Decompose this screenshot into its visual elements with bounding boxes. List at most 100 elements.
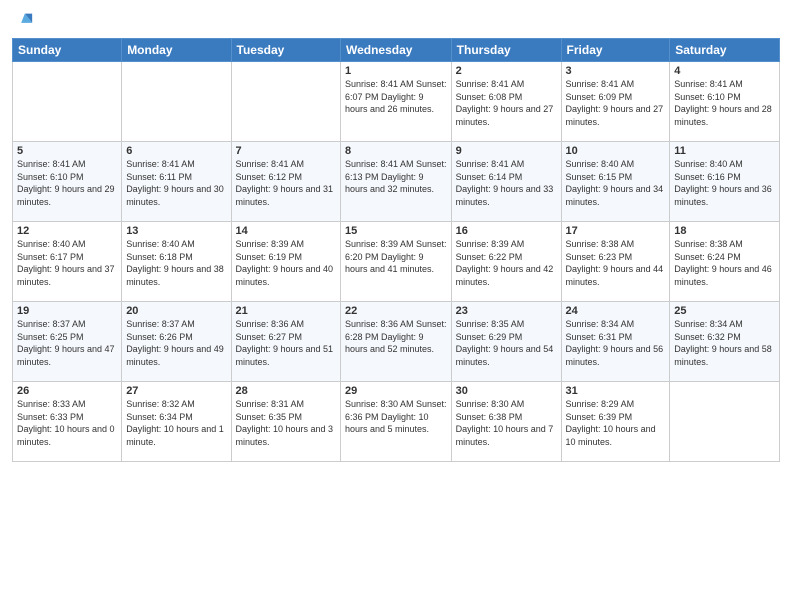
day-info: Sunrise: 8:34 AM Sunset: 6:31 PM Dayligh… bbox=[566, 318, 666, 368]
calendar-cell: 29Sunrise: 8:30 AM Sunset: 6:36 PM Dayli… bbox=[340, 382, 451, 462]
day-info: Sunrise: 8:38 AM Sunset: 6:23 PM Dayligh… bbox=[566, 238, 666, 288]
calendar-table: SundayMondayTuesdayWednesdayThursdayFrid… bbox=[12, 38, 780, 462]
calendar-cell: 3Sunrise: 8:41 AM Sunset: 6:09 PM Daylig… bbox=[561, 62, 670, 142]
calendar-cell: 9Sunrise: 8:41 AM Sunset: 6:14 PM Daylig… bbox=[451, 142, 561, 222]
calendar-cell bbox=[670, 382, 780, 462]
day-number: 1 bbox=[345, 65, 447, 77]
day-number: 13 bbox=[126, 225, 226, 237]
calendar-week-3: 19Sunrise: 8:37 AM Sunset: 6:25 PM Dayli… bbox=[13, 302, 780, 382]
day-number: 29 bbox=[345, 385, 447, 397]
day-info: Sunrise: 8:36 AM Sunset: 6:27 PM Dayligh… bbox=[236, 318, 336, 368]
calendar-week-4: 26Sunrise: 8:33 AM Sunset: 6:33 PM Dayli… bbox=[13, 382, 780, 462]
day-info: Sunrise: 8:29 AM Sunset: 6:39 PM Dayligh… bbox=[566, 398, 666, 448]
day-number: 4 bbox=[674, 65, 775, 77]
day-info: Sunrise: 8:41 AM Sunset: 6:13 PM Dayligh… bbox=[345, 158, 447, 196]
day-info: Sunrise: 8:37 AM Sunset: 6:25 PM Dayligh… bbox=[17, 318, 117, 368]
calendar-cell: 1Sunrise: 8:41 AM Sunset: 6:07 PM Daylig… bbox=[340, 62, 451, 142]
calendar-cell: 31Sunrise: 8:29 AM Sunset: 6:39 PM Dayli… bbox=[561, 382, 670, 462]
calendar-cell: 5Sunrise: 8:41 AM Sunset: 6:10 PM Daylig… bbox=[13, 142, 122, 222]
calendar-week-2: 12Sunrise: 8:40 AM Sunset: 6:17 PM Dayli… bbox=[13, 222, 780, 302]
day-number: 3 bbox=[566, 65, 666, 77]
col-header-sunday: Sunday bbox=[13, 39, 122, 62]
day-info: Sunrise: 8:36 AM Sunset: 6:28 PM Dayligh… bbox=[345, 318, 447, 356]
calendar-cell: 8Sunrise: 8:41 AM Sunset: 6:13 PM Daylig… bbox=[340, 142, 451, 222]
day-number: 7 bbox=[236, 145, 336, 157]
col-header-friday: Friday bbox=[561, 39, 670, 62]
col-header-tuesday: Tuesday bbox=[231, 39, 340, 62]
calendar-cell: 12Sunrise: 8:40 AM Sunset: 6:17 PM Dayli… bbox=[13, 222, 122, 302]
day-number: 10 bbox=[566, 145, 666, 157]
calendar-cell bbox=[122, 62, 231, 142]
day-info: Sunrise: 8:39 AM Sunset: 6:20 PM Dayligh… bbox=[345, 238, 447, 276]
day-number: 19 bbox=[17, 305, 117, 317]
day-number: 17 bbox=[566, 225, 666, 237]
day-number: 24 bbox=[566, 305, 666, 317]
calendar-cell bbox=[231, 62, 340, 142]
day-number: 16 bbox=[456, 225, 557, 237]
calendar-cell: 25Sunrise: 8:34 AM Sunset: 6:32 PM Dayli… bbox=[670, 302, 780, 382]
day-info: Sunrise: 8:39 AM Sunset: 6:19 PM Dayligh… bbox=[236, 238, 336, 288]
day-number: 8 bbox=[345, 145, 447, 157]
calendar-cell: 16Sunrise: 8:39 AM Sunset: 6:22 PM Dayli… bbox=[451, 222, 561, 302]
calendar-cell: 7Sunrise: 8:41 AM Sunset: 6:12 PM Daylig… bbox=[231, 142, 340, 222]
calendar-cell: 13Sunrise: 8:40 AM Sunset: 6:18 PM Dayli… bbox=[122, 222, 231, 302]
calendar-cell: 4Sunrise: 8:41 AM Sunset: 6:10 PM Daylig… bbox=[670, 62, 780, 142]
calendar-cell: 20Sunrise: 8:37 AM Sunset: 6:26 PM Dayli… bbox=[122, 302, 231, 382]
day-number: 18 bbox=[674, 225, 775, 237]
col-header-saturday: Saturday bbox=[670, 39, 780, 62]
calendar-cell: 6Sunrise: 8:41 AM Sunset: 6:11 PM Daylig… bbox=[122, 142, 231, 222]
day-info: Sunrise: 8:30 AM Sunset: 6:38 PM Dayligh… bbox=[456, 398, 557, 448]
calendar-cell: 23Sunrise: 8:35 AM Sunset: 6:29 PM Dayli… bbox=[451, 302, 561, 382]
day-info: Sunrise: 8:41 AM Sunset: 6:11 PM Dayligh… bbox=[126, 158, 226, 208]
col-header-monday: Monday bbox=[122, 39, 231, 62]
calendar-cell: 22Sunrise: 8:36 AM Sunset: 6:28 PM Dayli… bbox=[340, 302, 451, 382]
logo-icon bbox=[12, 10, 34, 32]
day-number: 22 bbox=[345, 305, 447, 317]
day-info: Sunrise: 8:41 AM Sunset: 6:07 PM Dayligh… bbox=[345, 78, 447, 116]
day-info: Sunrise: 8:37 AM Sunset: 6:26 PM Dayligh… bbox=[126, 318, 226, 368]
day-number: 12 bbox=[17, 225, 117, 237]
calendar-cell: 15Sunrise: 8:39 AM Sunset: 6:20 PM Dayli… bbox=[340, 222, 451, 302]
calendar-cell: 10Sunrise: 8:40 AM Sunset: 6:15 PM Dayli… bbox=[561, 142, 670, 222]
day-number: 25 bbox=[674, 305, 775, 317]
calendar-header-row: SundayMondayTuesdayWednesdayThursdayFrid… bbox=[13, 39, 780, 62]
calendar-cell: 27Sunrise: 8:32 AM Sunset: 6:34 PM Dayli… bbox=[122, 382, 231, 462]
day-info: Sunrise: 8:39 AM Sunset: 6:22 PM Dayligh… bbox=[456, 238, 557, 288]
day-info: Sunrise: 8:40 AM Sunset: 6:17 PM Dayligh… bbox=[17, 238, 117, 288]
day-info: Sunrise: 8:40 AM Sunset: 6:18 PM Dayligh… bbox=[126, 238, 226, 288]
day-info: Sunrise: 8:41 AM Sunset: 6:08 PM Dayligh… bbox=[456, 78, 557, 128]
day-number: 26 bbox=[17, 385, 117, 397]
calendar-cell: 24Sunrise: 8:34 AM Sunset: 6:31 PM Dayli… bbox=[561, 302, 670, 382]
calendar-cell bbox=[13, 62, 122, 142]
day-info: Sunrise: 8:40 AM Sunset: 6:15 PM Dayligh… bbox=[566, 158, 666, 208]
calendar-cell: 18Sunrise: 8:38 AM Sunset: 6:24 PM Dayli… bbox=[670, 222, 780, 302]
day-number: 6 bbox=[126, 145, 226, 157]
day-info: Sunrise: 8:41 AM Sunset: 6:10 PM Dayligh… bbox=[674, 78, 775, 128]
day-info: Sunrise: 8:40 AM Sunset: 6:16 PM Dayligh… bbox=[674, 158, 775, 208]
day-number: 5 bbox=[17, 145, 117, 157]
logo bbox=[12, 10, 38, 32]
day-number: 11 bbox=[674, 145, 775, 157]
col-header-thursday: Thursday bbox=[451, 39, 561, 62]
day-info: Sunrise: 8:34 AM Sunset: 6:32 PM Dayligh… bbox=[674, 318, 775, 368]
calendar-cell: 2Sunrise: 8:41 AM Sunset: 6:08 PM Daylig… bbox=[451, 62, 561, 142]
day-number: 31 bbox=[566, 385, 666, 397]
day-number: 23 bbox=[456, 305, 557, 317]
day-info: Sunrise: 8:41 AM Sunset: 6:09 PM Dayligh… bbox=[566, 78, 666, 128]
day-info: Sunrise: 8:33 AM Sunset: 6:33 PM Dayligh… bbox=[17, 398, 117, 448]
day-number: 9 bbox=[456, 145, 557, 157]
day-info: Sunrise: 8:41 AM Sunset: 6:12 PM Dayligh… bbox=[236, 158, 336, 208]
day-info: Sunrise: 8:31 AM Sunset: 6:35 PM Dayligh… bbox=[236, 398, 336, 448]
calendar-cell: 14Sunrise: 8:39 AM Sunset: 6:19 PM Dayli… bbox=[231, 222, 340, 302]
day-number: 21 bbox=[236, 305, 336, 317]
calendar-cell: 28Sunrise: 8:31 AM Sunset: 6:35 PM Dayli… bbox=[231, 382, 340, 462]
day-number: 28 bbox=[236, 385, 336, 397]
day-number: 14 bbox=[236, 225, 336, 237]
calendar-cell: 19Sunrise: 8:37 AM Sunset: 6:25 PM Dayli… bbox=[13, 302, 122, 382]
calendar-cell: 21Sunrise: 8:36 AM Sunset: 6:27 PM Dayli… bbox=[231, 302, 340, 382]
calendar-week-1: 5Sunrise: 8:41 AM Sunset: 6:10 PM Daylig… bbox=[13, 142, 780, 222]
day-info: Sunrise: 8:32 AM Sunset: 6:34 PM Dayligh… bbox=[126, 398, 226, 448]
calendar-page: SundayMondayTuesdayWednesdayThursdayFrid… bbox=[0, 0, 792, 612]
day-info: Sunrise: 8:30 AM Sunset: 6:36 PM Dayligh… bbox=[345, 398, 447, 436]
header bbox=[12, 10, 780, 32]
